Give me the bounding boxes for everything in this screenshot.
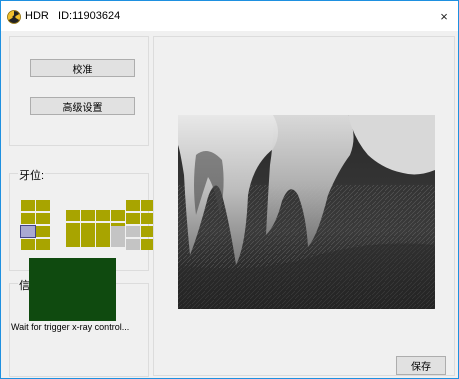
tooth-upper2-2[interactable]	[36, 213, 50, 224]
xray-image	[178, 115, 435, 309]
tooth-lower2-1[interactable]	[21, 239, 35, 250]
close-button[interactable]: ×	[430, 1, 458, 31]
tooth-position-group: 牙位:	[9, 167, 155, 271]
tooth-upper-2[interactable]	[36, 200, 50, 211]
hdr-app-icon	[7, 10, 21, 24]
title-bar[interactable]: HDR ID:11903624 ×	[1, 1, 458, 31]
tooth-lower2-2[interactable]	[36, 239, 50, 250]
tooth-upper-4[interactable]	[81, 210, 95, 221]
tooth-upper-6[interactable]	[111, 210, 125, 221]
tooth-upper-7[interactable]	[126, 200, 140, 211]
tooth-lower-7[interactable]	[126, 226, 140, 237]
tooth-lower-1[interactable]	[20, 225, 36, 238]
advanced-settings-button[interactable]: 高级设置	[30, 97, 135, 115]
tooth-upper2-1[interactable]	[21, 213, 35, 224]
calibrate-button[interactable]: 校准	[30, 59, 135, 77]
status-message: Wait for trigger x-ray control...	[11, 322, 130, 332]
tooth-upper-5[interactable]	[96, 210, 110, 221]
tooth-lower2-6[interactable]	[111, 236, 125, 247]
save-button[interactable]: 保存	[396, 356, 446, 375]
tooth-upper-1[interactable]	[21, 200, 35, 211]
status-display	[29, 258, 116, 321]
xray-graphic	[178, 115, 435, 309]
tooth-lower2-4[interactable]	[81, 236, 95, 247]
tooth-upper-3[interactable]	[66, 210, 80, 221]
tooth-lower2-5[interactable]	[96, 236, 110, 247]
tooth-lower2-7[interactable]	[126, 239, 140, 250]
tooth-position-label: 牙位:	[18, 167, 46, 183]
window-title: HDR ID:11903624	[25, 10, 121, 22]
tooth-upper2-7[interactable]	[126, 213, 140, 224]
close-icon: ×	[440, 8, 448, 24]
tooth-lower2-3[interactable]	[66, 236, 80, 247]
actions-group: 校准 高级设置	[9, 36, 149, 146]
tooth-lower-2[interactable]	[36, 226, 50, 237]
app-window: HDR ID:11903624 × 校准 高级设置 牙位: 信息 Wait fo…	[0, 0, 459, 379]
